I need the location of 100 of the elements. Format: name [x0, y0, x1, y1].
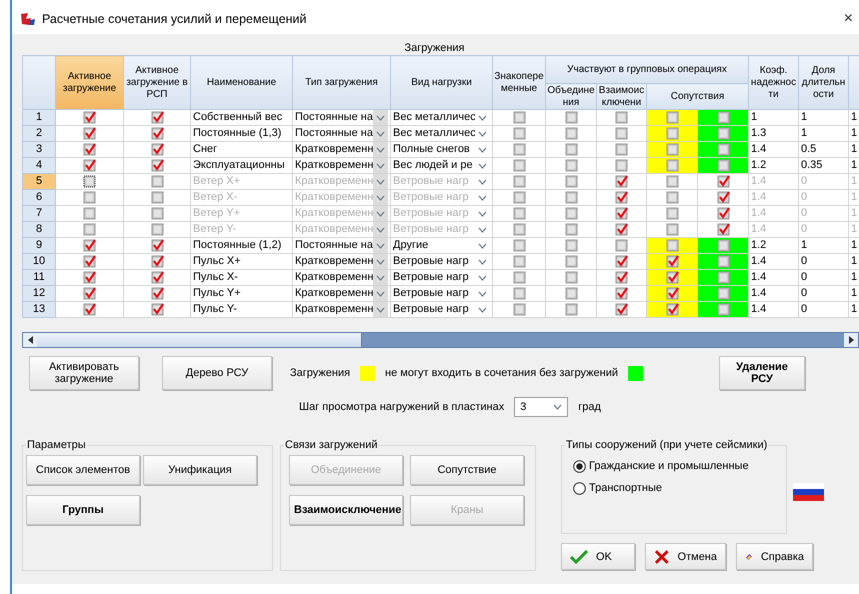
checkbox[interactable]	[564, 238, 578, 252]
row-header[interactable]: 2	[22, 126, 56, 142]
checkbox[interactable]	[512, 142, 526, 156]
checkbox[interactable]	[83, 254, 96, 268]
column-header[interactable]: Взаимоисключени	[596, 84, 646, 110]
checkbox[interactable]	[615, 270, 628, 284]
dropdown-button[interactable]	[373, 254, 388, 268]
checkbox[interactable]	[666, 142, 678, 156]
checkbox[interactable]	[666, 110, 678, 124]
left-arrow-icon[interactable]	[28, 336, 32, 344]
column-header[interactable]: Сопутствия	[646, 84, 748, 110]
dropdown-button[interactable]	[373, 206, 388, 220]
checkbox[interactable]	[615, 158, 628, 172]
checkbox[interactable]	[716, 302, 730, 316]
column-header[interactable]: Участвуют в групповых операциях	[546, 56, 748, 84]
dropdown-button[interactable]	[373, 142, 388, 156]
checkbox[interactable]	[512, 286, 526, 300]
checkbox[interactable]	[615, 254, 628, 268]
checkbox[interactable]	[83, 158, 96, 172]
dropdown-button[interactable]	[373, 222, 388, 236]
button[interactable]: Взаимоисключение	[289, 495, 403, 525]
checkbox[interactable]	[150, 158, 164, 172]
checkbox[interactable]	[150, 126, 164, 140]
dropdown-button[interactable]	[373, 238, 388, 252]
row-header[interactable]: 9	[22, 238, 56, 254]
row-header[interactable]: 10	[22, 254, 56, 270]
checkbox[interactable]	[564, 110, 578, 124]
dropdown-button[interactable]	[373, 302, 388, 316]
checkbox[interactable]	[150, 254, 164, 268]
checkbox[interactable]	[615, 302, 628, 316]
checkbox[interactable]	[83, 302, 96, 316]
row-header[interactable]: 4	[22, 158, 56, 174]
checkbox[interactable]	[615, 238, 628, 252]
checkbox[interactable]	[716, 158, 730, 172]
checkbox[interactable]	[666, 286, 678, 300]
checkbox[interactable]	[716, 126, 730, 140]
checkbox[interactable]	[564, 270, 578, 284]
checkbox[interactable]	[150, 302, 164, 316]
horizontal-scrollbar[interactable]	[22, 332, 859, 348]
dropdown-button[interactable]	[373, 174, 388, 188]
checkbox[interactable]	[615, 286, 628, 300]
checkbox[interactable]	[716, 110, 730, 124]
row-header[interactable]: 12	[22, 286, 56, 302]
checkbox[interactable]	[83, 286, 96, 300]
checkbox[interactable]	[512, 270, 526, 284]
right-arrow-icon[interactable]	[848, 336, 854, 344]
checkbox[interactable]	[615, 110, 628, 124]
column-header[interactable]: Знакопеременные	[492, 56, 546, 110]
dropdown-button[interactable]	[373, 158, 388, 172]
dropdown-button[interactable]	[373, 126, 388, 140]
dropdown-button[interactable]	[373, 286, 388, 300]
dropdown-button[interactable]	[373, 110, 388, 124]
row-header[interactable]: 1	[22, 110, 56, 126]
checkbox[interactable]	[83, 238, 96, 252]
dialog-button[interactable]: OK	[561, 543, 635, 570]
row-header[interactable]: 3	[22, 142, 56, 158]
checkbox[interactable]	[564, 158, 578, 172]
checkbox[interactable]	[512, 254, 526, 268]
radio-label[interactable]: Транспортные	[589, 482, 662, 494]
button[interactable]: Унификация	[143, 455, 257, 485]
checkbox[interactable]	[564, 302, 578, 316]
dropdown-button[interactable]	[373, 270, 388, 284]
checkbox[interactable]	[83, 126, 96, 140]
checkbox[interactable]	[150, 110, 164, 124]
checkbox[interactable]	[716, 238, 730, 252]
checkbox[interactable]	[666, 270, 678, 284]
radio-button[interactable]	[573, 482, 586, 494]
checkbox[interactable]	[564, 142, 578, 156]
checkbox[interactable]	[512, 302, 526, 316]
checkbox[interactable]	[716, 286, 730, 300]
dialog-button[interactable]: Отмена	[645, 543, 726, 570]
checkbox[interactable]	[512, 238, 526, 252]
checkbox[interactable]	[512, 110, 526, 124]
checkbox[interactable]	[716, 142, 730, 156]
radio-button[interactable]	[573, 460, 586, 472]
dialog-button[interactable]: Справка	[736, 543, 813, 570]
checkbox[interactable]	[564, 286, 578, 300]
button[interactable]: Сопутствие	[410, 455, 524, 485]
column-header[interactable]: Объединения	[546, 84, 596, 110]
checkbox[interactable]	[564, 126, 578, 140]
button[interactable]: Группы	[26, 495, 140, 525]
checkbox[interactable]	[716, 254, 730, 268]
row-header[interactable]: 11	[22, 270, 56, 286]
checkbox[interactable]	[666, 158, 678, 172]
column-header[interactable]: Доля длительности	[798, 56, 848, 110]
column-header[interactable]: Тип загружения	[292, 56, 390, 110]
checkbox[interactable]	[150, 142, 164, 156]
checkbox[interactable]	[615, 126, 628, 140]
button[interactable]: Активировать загружение	[29, 356, 139, 390]
checkbox[interactable]	[83, 110, 96, 124]
column-header[interactable]: Вид нагрузки	[390, 56, 492, 110]
dropdown-button[interactable]	[373, 190, 388, 204]
checkbox[interactable]	[512, 126, 526, 140]
radio-label[interactable]: Гражданские и промышленные	[589, 460, 749, 472]
close-button[interactable]: ×	[844, 10, 853, 28]
column-header[interactable]: Коэф. надежности	[748, 56, 798, 110]
checkbox[interactable]	[83, 270, 96, 284]
checkbox[interactable]	[512, 158, 526, 172]
button[interactable]: Удаление РСУ	[719, 356, 805, 390]
checkbox[interactable]	[666, 302, 678, 316]
